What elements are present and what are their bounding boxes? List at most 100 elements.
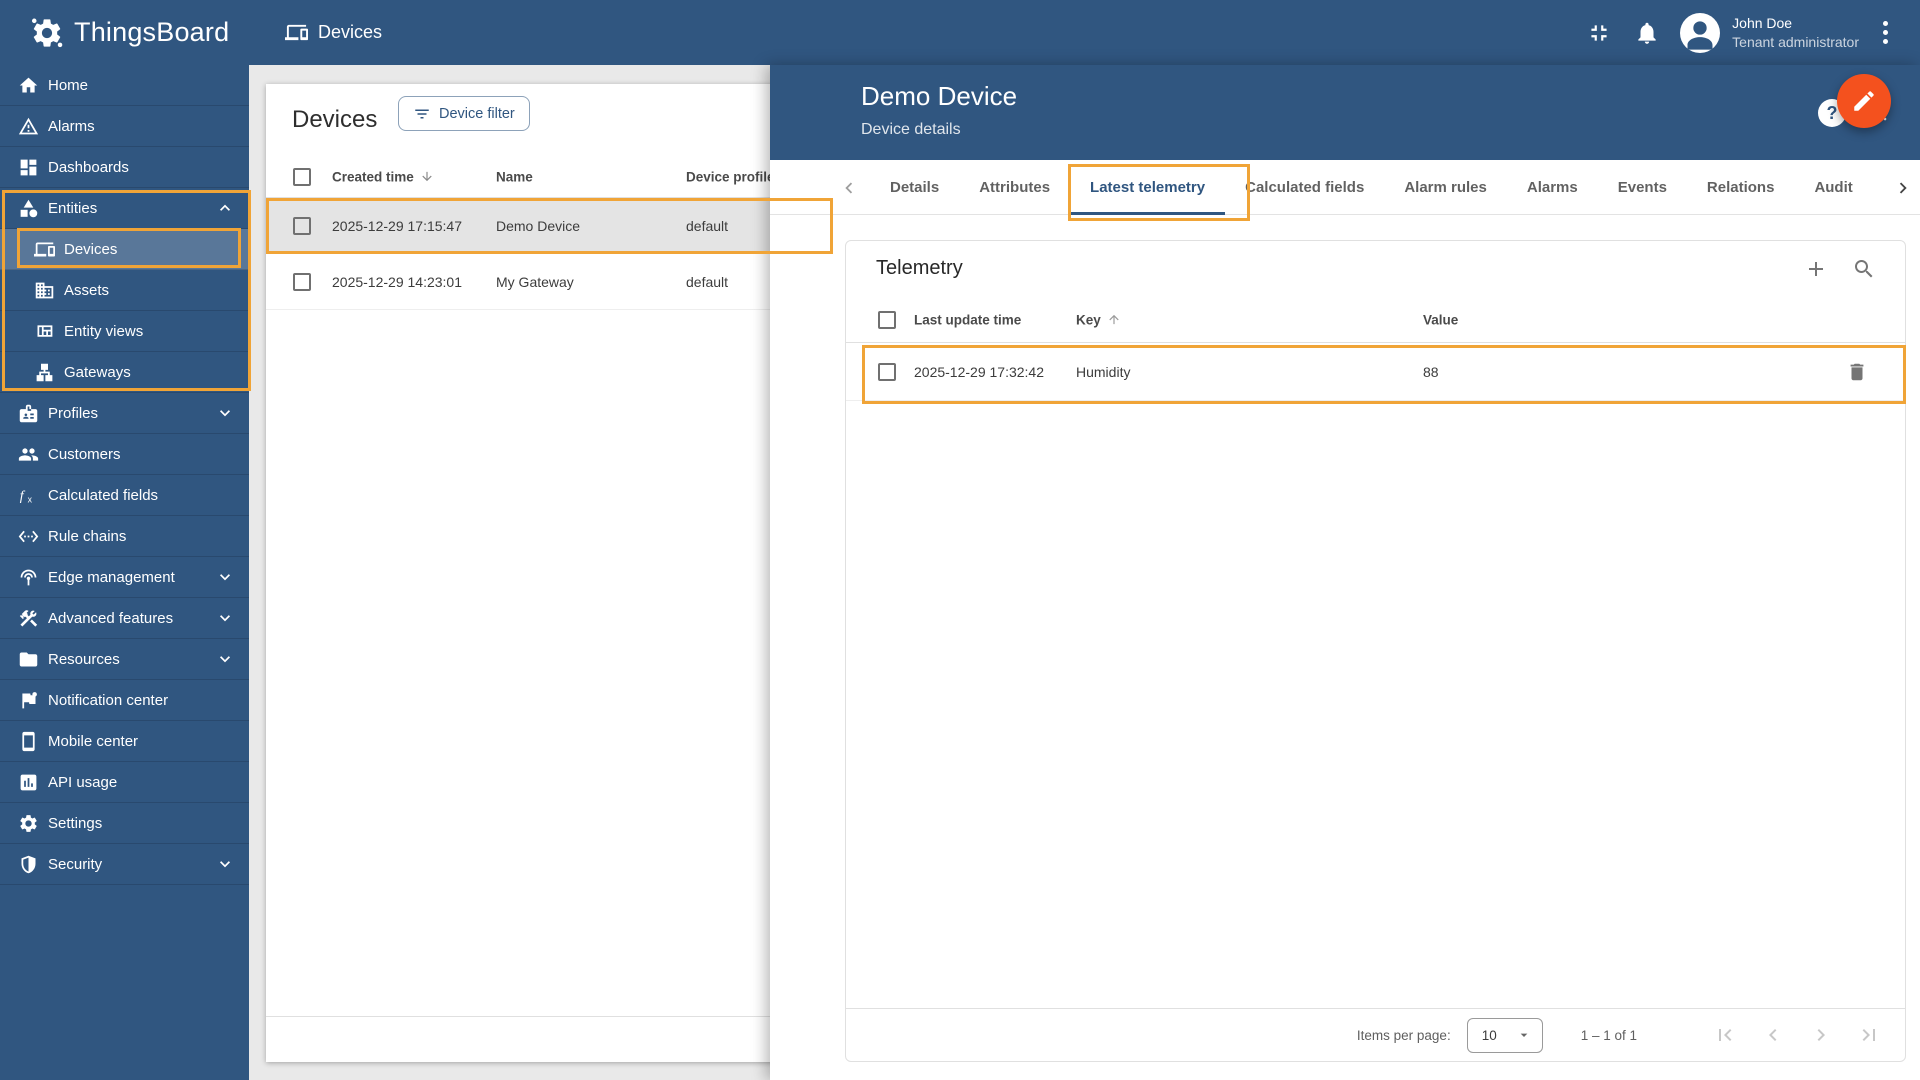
sidebar-item-settings[interactable]: Settings xyxy=(0,803,249,844)
sidebar-item-devices[interactable]: Devices xyxy=(0,229,249,270)
building-icon xyxy=(34,280,55,301)
sidebar-item-home[interactable]: Home xyxy=(0,65,249,106)
column-key[interactable]: Key xyxy=(1076,312,1121,327)
devices-icon xyxy=(34,239,55,260)
lan-icon xyxy=(34,362,55,383)
dashboard-icon xyxy=(18,157,39,178)
tab-events[interactable]: Events xyxy=(1598,160,1687,215)
sidebar-item-advanced-features[interactable]: Advanced features xyxy=(0,598,249,639)
sidebar-item-assets[interactable]: Assets xyxy=(0,270,249,311)
sidebar-item-alarms[interactable]: Alarms xyxy=(0,106,249,147)
last-page-icon[interactable] xyxy=(1857,1023,1881,1047)
device-filter-button[interactable]: Device filter xyxy=(398,96,530,131)
tab-alarm-rules[interactable]: Alarm rules xyxy=(1384,160,1507,215)
sidebar-item-edge-management[interactable]: Edge management xyxy=(0,557,249,598)
flag-icon xyxy=(18,690,39,711)
thingsboard-logo-icon xyxy=(30,16,64,50)
next-page-icon[interactable] xyxy=(1809,1023,1833,1047)
tab-relations[interactable]: Relations xyxy=(1687,160,1795,215)
select-all-checkbox[interactable] xyxy=(878,310,896,329)
page-size-select[interactable]: 10 xyxy=(1466,1017,1543,1053)
sidebar-item-profiles[interactable]: Profiles xyxy=(0,393,249,434)
device-row-demo-device[interactable]: 2025-12-29 17:15:47 Demo Device default xyxy=(266,198,846,254)
sidebar-item-security[interactable]: Security xyxy=(0,844,249,885)
tools-icon xyxy=(18,608,39,629)
tab-alarms[interactable]: Alarms xyxy=(1507,160,1598,215)
devices-page-icon xyxy=(285,21,308,44)
row-checkbox[interactable] xyxy=(293,216,311,235)
tabs-scroll-right-icon[interactable] xyxy=(1892,177,1914,199)
home-icon xyxy=(18,75,39,96)
devices-card-header: Devices Device filter xyxy=(266,84,846,156)
user-avatar[interactable] xyxy=(1680,12,1721,53)
tab-calculated-fields[interactable]: Calculated fields xyxy=(1225,160,1384,215)
bar-chart-icon xyxy=(18,772,39,793)
sidebar-item-notification-center[interactable]: Notification center xyxy=(0,680,249,721)
telemetry-row-humidity[interactable]: 2025-12-29 17:32:42 Humidity 88 xyxy=(846,343,1905,401)
folder-icon xyxy=(18,649,39,670)
sidebar-item-dashboards[interactable]: Dashboards xyxy=(0,147,249,188)
sidebar-item-entity-views[interactable]: Entity views xyxy=(0,311,249,352)
sidebar-item-mobile-center[interactable]: Mobile center xyxy=(0,721,249,762)
row-checkbox[interactable] xyxy=(293,272,311,291)
chevron-down-icon xyxy=(215,854,235,874)
telemetry-toolbar: Telemetry xyxy=(846,241,1905,297)
notifications-bell-icon[interactable] xyxy=(1634,20,1660,46)
devices-card-footer-divider xyxy=(266,1016,846,1017)
column-value[interactable]: Value xyxy=(1423,312,1458,327)
antenna-icon xyxy=(18,567,39,588)
chevron-down-icon xyxy=(215,403,235,423)
first-page-icon[interactable] xyxy=(1713,1023,1737,1047)
column-last-update-time[interactable]: Last update time xyxy=(914,312,1021,327)
select-all-checkbox[interactable] xyxy=(293,167,311,186)
tab-audit[interactable]: Audit xyxy=(1794,160,1872,215)
tab-attributes[interactable]: Attributes xyxy=(959,160,1070,215)
sort-asc-icon xyxy=(1107,312,1121,326)
page-title: Devices xyxy=(285,0,382,65)
user-info[interactable]: John Doe Tenant administrator xyxy=(1732,14,1859,52)
row-checkbox[interactable] xyxy=(878,362,896,381)
chevron-down-icon xyxy=(215,649,235,669)
details-title: Demo Device xyxy=(861,81,1018,111)
sidebar-item-customers[interactable]: Customers xyxy=(0,434,249,475)
search-icon[interactable] xyxy=(1852,257,1876,281)
code-brackets-icon xyxy=(18,526,39,547)
column-name[interactable]: Name xyxy=(496,169,533,184)
sidebar-item-resources[interactable]: Resources xyxy=(0,639,249,680)
user-role: Tenant administrator xyxy=(1732,33,1859,50)
pencil-icon xyxy=(1851,88,1877,114)
details-tab-bar: Details Attributes Latest telemetry Calc… xyxy=(770,160,1920,215)
sidebar-item-calculated-fields[interactable]: fx Calculated fields xyxy=(0,475,249,516)
brand-name: ThingsBoard xyxy=(74,17,230,47)
more-menu-icon[interactable] xyxy=(1883,21,1888,44)
details-subtitle: Device details xyxy=(861,121,961,138)
fullscreen-exit-icon[interactable] xyxy=(1586,20,1612,46)
tab-latest-telemetry[interactable]: Latest telemetry xyxy=(1070,160,1226,215)
column-created-time[interactable]: Created time xyxy=(332,169,434,184)
sidebar-item-rule-chains[interactable]: Rule chains xyxy=(0,516,249,557)
sidebar-nav: Home Alarms Dashboards Entities Devices … xyxy=(0,65,249,1080)
telemetry-table-container: Telemetry Last update time Key Value 202… xyxy=(845,240,1906,1062)
delete-trash-icon[interactable] xyxy=(1846,361,1868,383)
sidebar-item-entities[interactable]: Entities xyxy=(0,188,249,229)
devices-table-header: Created time Name Device profile xyxy=(266,156,846,198)
sort-desc-icon xyxy=(420,169,434,183)
user-name: John Doe xyxy=(1732,14,1793,31)
device-row-my-gateway[interactable]: 2025-12-29 14:23:01 My Gateway default xyxy=(266,254,846,310)
chevron-down-icon xyxy=(215,608,235,628)
svg-text:f: f xyxy=(20,488,26,503)
page-range-label: 1 – 1 of 1 xyxy=(1580,1027,1637,1043)
warning-icon xyxy=(18,116,39,137)
filter-icon xyxy=(413,105,431,123)
chevron-down-icon xyxy=(215,567,235,587)
badge-icon xyxy=(18,403,39,424)
tab-details[interactable]: Details xyxy=(870,160,959,215)
add-telemetry-icon[interactable] xyxy=(1804,257,1828,281)
column-device-profile[interactable]: Device profile xyxy=(686,169,775,184)
edit-fab-button[interactable] xyxy=(1837,74,1891,128)
tabs-scroll-left-icon[interactable] xyxy=(838,177,860,199)
telemetry-table-header: Last update time Key Value xyxy=(846,297,1905,343)
prev-page-icon[interactable] xyxy=(1761,1023,1785,1047)
sidebar-item-gateways[interactable]: Gateways xyxy=(0,352,249,393)
sidebar-item-api-usage[interactable]: API usage xyxy=(0,762,249,803)
